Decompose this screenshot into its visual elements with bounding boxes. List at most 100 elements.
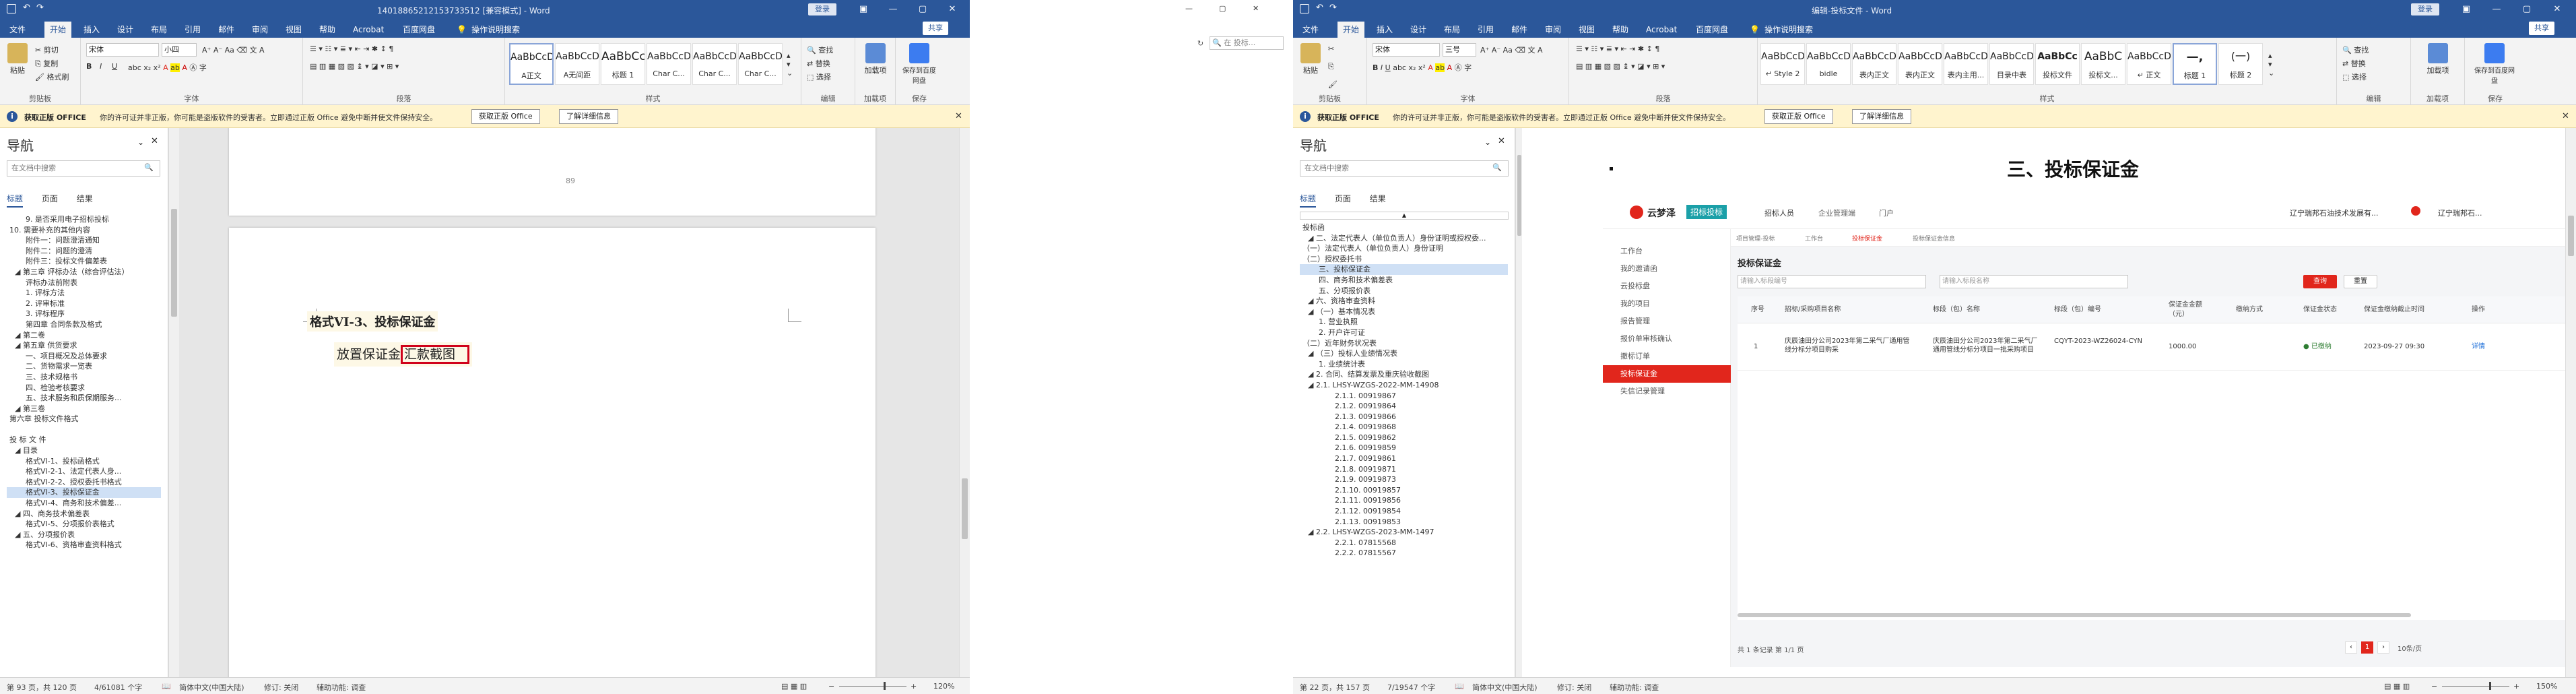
tab-references[interactable]: 引用 (179, 22, 206, 38)
style-char-c3[interactable]: AaBbCcDdChar C... (738, 43, 783, 85)
nav-heading-item[interactable]: ◢ 第五章 供货要求 (7, 340, 161, 351)
nav-heading-item[interactable]: 格式VI-1、投标函格式 (7, 456, 161, 467)
zoom-out-icon[interactable]: − (2431, 682, 2437, 691)
nav-heading-item[interactable]: ◢ （一）基本情况表 (1300, 307, 1508, 317)
bold-button[interactable]: B (86, 62, 92, 71)
tab-home[interactable]: 开始 (44, 22, 72, 38)
paste-button[interactable]: 粘贴 (5, 43, 30, 75)
tab-insert[interactable]: 插入 (78, 22, 105, 38)
style-no-spacing[interactable]: AaBbCcDdA无间距 (555, 43, 599, 85)
nav-heading-item[interactable]: 附件三：投标文件偏差表 (7, 256, 161, 267)
nav-heading-item[interactable]: 格式VI-2-2、授权委托书格式 (7, 477, 161, 488)
replace-button[interactable]: ⇄ 替换 (807, 58, 830, 69)
close-button[interactable]: ✕ (2542, 0, 2572, 19)
nav-heading-item[interactable]: 2.2.1. 07815568 (1300, 538, 1508, 548)
nav-heading-item[interactable]: 五、技术服务和质保期服务... (7, 393, 161, 404)
doc-scroll-thumb[interactable] (962, 478, 968, 539)
nav-heading-item[interactable]: 2.1.7. 00919861 (1300, 453, 1508, 464)
select-button[interactable]: ⬚ 选择 (2342, 71, 2367, 82)
status-page[interactable]: 第 93 页，共 120 页 (7, 682, 77, 693)
nav-heading-item[interactable]: 格式VI-5、分项报价表格式 (7, 519, 161, 530)
zoom-out-icon[interactable]: − (828, 682, 834, 691)
maximize-button[interactable]: ▢ (2512, 0, 2542, 19)
nav-heading-item[interactable]: 第六章 投标文件格式 (7, 414, 161, 424)
cut-button[interactable]: ✂ 剪切 (35, 44, 59, 55)
select-button[interactable]: ⬚ 选择 (807, 71, 831, 82)
list-buttons[interactable]: ☰ ▾ ☷ ▾ ≣ ▾ ⇤ ⇥ ✱ ↕ ¶ (310, 44, 393, 53)
save-baidu-button[interactable]: 保存到百度网盘 (2474, 43, 2515, 85)
web-sidebar-item[interactable]: 我的项目 (1603, 295, 1731, 313)
tab-review[interactable]: 审阅 (1540, 22, 1566, 38)
nav-heading-item[interactable]: 三、投标保证金 (1300, 264, 1508, 275)
learn-more-button[interactable]: 了解详细信息 (1852, 109, 1911, 124)
nav-heading-item[interactable]: 2.1.6. 00919859 (1300, 443, 1508, 453)
tab-home[interactable]: 开始 (1337, 22, 1365, 38)
web-page-prev[interactable]: ‹ (2345, 641, 2357, 654)
get-office-button[interactable]: 获取正版 Office (471, 109, 540, 124)
nav-tab-results[interactable]: 结果 (1370, 194, 1386, 203)
nav-heading-item[interactable]: 1. 营业执照 (1300, 317, 1508, 327)
web-per-page[interactable]: 10条/页 (2398, 643, 2422, 653)
redo-icon[interactable]: ↷ (1329, 3, 1337, 13)
nav-heading-item[interactable]: ◢ 目录 (7, 445, 161, 456)
learn-more-button[interactable]: 了解详细信息 (559, 109, 618, 124)
style-style2[interactable]: AaBbCcDc↵ Style 2 (1760, 43, 1805, 85)
nav-heading-item[interactable]: 1. 评标方法 (7, 288, 161, 298)
nav-close-icon[interactable]: ✕ (151, 136, 158, 146)
tab-view[interactable]: 视图 (280, 22, 307, 38)
nav-heading-item[interactable]: 二、货物需求一览表 (7, 361, 161, 372)
web-sidebar-item[interactable]: 投标保证金 (1603, 365, 1731, 383)
ribbon-display-icon[interactable]: ▣ (2451, 0, 2481, 19)
doc-scroll-thumb[interactable] (2568, 216, 2574, 256)
minimize-button[interactable]: — (878, 0, 908, 19)
web-sidebar-item[interactable]: 失信记录管理 (1603, 383, 1731, 400)
zoom-in-icon[interactable]: + (911, 682, 917, 691)
style-normal[interactable]: AaBbCcDd↵ 正文 (2127, 43, 2171, 85)
format-painter-button[interactable]: 🖌 格式刷 (35, 71, 69, 82)
doc-scrollbar[interactable] (2565, 128, 2576, 677)
tab-design[interactable]: 设计 (112, 22, 139, 38)
refresh-icon[interactable]: ↻ (1197, 39, 1203, 48)
nav-heading-item[interactable]: 四、检验考核要求 (7, 383, 161, 393)
copy-button[interactable]: ⎘ 复制 (35, 58, 58, 69)
web-sidebar-item[interactable]: 工作台 (1603, 243, 1731, 260)
embedded-screenshot[interactable]: 云梦泽 招标投标 招标人员 企业管理端 门户 辽宁瑞邦石油技术发展有... 辽宁… (1603, 195, 2565, 667)
nav-heading-item[interactable]: ◢ （三）投标人业绩情况表 (1300, 348, 1508, 359)
style-table-body-1[interactable]: AaBbCcDc表内正文 (1852, 43, 1896, 85)
web-reset-button[interactable]: 重置 (2344, 275, 2377, 288)
style-char-c1[interactable]: AaBbCcDcChar C... (647, 43, 691, 85)
status-language[interactable]: 简体中文(中国大陆) (179, 682, 244, 693)
login-button[interactable]: 登录 (808, 3, 836, 15)
style-heading2[interactable]: (一) 标题 2 (2218, 43, 2263, 85)
nav-heading-item[interactable]: 2. 评审标准 (7, 298, 161, 309)
nav-heading-item[interactable]: 评标办法前附表 (7, 278, 161, 288)
web-sidebar-item[interactable]: 报告管理 (1603, 313, 1731, 330)
nav-heading-item[interactable]: 2.1.1. 00919867 (1300, 391, 1508, 402)
zoom-slider[interactable] (839, 686, 906, 687)
find-button[interactable]: 🔍 查找 (2342, 44, 2369, 55)
style-heading1[interactable]: AaBbCc 标题 1 (601, 43, 645, 85)
nav-tab-headings[interactable]: 标题 (7, 194, 24, 208)
middle-minimize-button[interactable]: — (1185, 4, 1193, 13)
search-icon[interactable]: 🔍 (1492, 163, 1502, 172)
style-bid-doc-2[interactable]: AaBbC 投标文... (2081, 43, 2125, 85)
nav-heading-item[interactable]: 2.1.2. 00919864 (1300, 401, 1508, 412)
nav-tab-headings[interactable]: 标题 (1300, 194, 1317, 208)
web-page-current[interactable]: 1 (2361, 641, 2373, 654)
middle-search-input[interactable]: 🔍 在 投标... (1210, 36, 1284, 50)
nav-heading-item[interactable]: ◢ 2.2. LHSY-WZGS-2023-MM-1497 (1300, 527, 1508, 538)
zoom-slider-thumb[interactable] (884, 682, 886, 690)
web-nav-enterprise[interactable]: 企业管理端 (1818, 208, 1855, 218)
minimize-button[interactable]: — (2482, 0, 2511, 19)
undo-icon[interactable]: ↶ (23, 3, 30, 13)
nav-heading-item[interactable]: 1. 业绩统计表 (1300, 359, 1508, 370)
tab-insert[interactable]: 插入 (1371, 22, 1398, 38)
web-page-next[interactable]: › (2377, 641, 2389, 654)
nav-tab-pages[interactable]: 页面 (42, 194, 58, 203)
doc-heading[interactable]: 格式VI-3、投标保证金 (307, 311, 438, 332)
styles-scroll-icon[interactable]: ▴ ▾ ⌄ (787, 51, 793, 77)
web-search-section-no[interactable]: 请输入标段编号 (1738, 275, 1926, 288)
nav-heading-item[interactable]: 格式VI-6、资格审查资料格式 (7, 540, 161, 550)
doc-scrollbar[interactable] (959, 128, 970, 677)
status-accessibility[interactable]: 辅助功能: 调查 (1610, 682, 1659, 693)
